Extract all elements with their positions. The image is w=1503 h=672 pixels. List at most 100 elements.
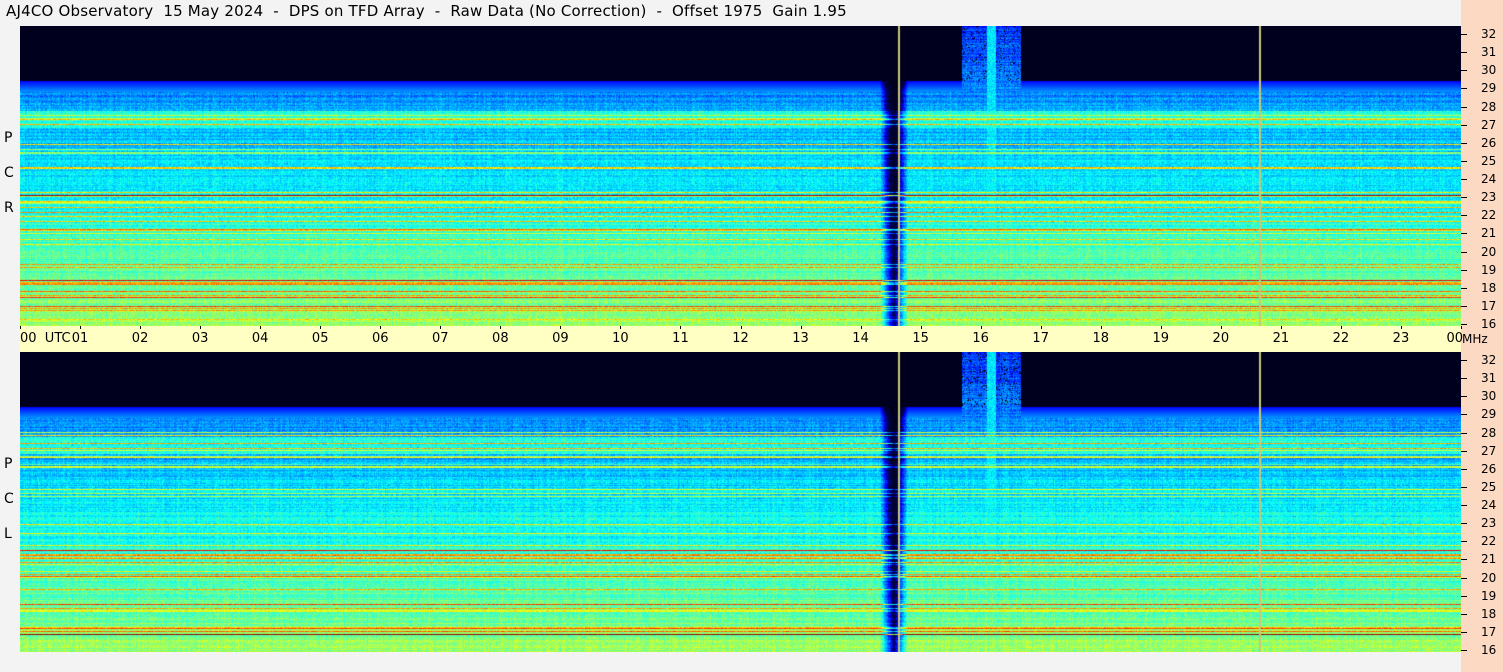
- utc-tick-mark: [920, 326, 922, 329]
- frequency-tick-label: 29: [1481, 407, 1497, 422]
- utc-tick-label: 20: [1212, 331, 1230, 346]
- frequency-tick-label: 16: [1481, 317, 1497, 331]
- utc-tick-mark: [500, 326, 502, 329]
- left-margin: [0, 22, 20, 672]
- utc-tick-label: 15: [912, 331, 929, 346]
- frequency-tick-label: 27: [1481, 117, 1497, 132]
- frequency-tick-mark: [1461, 613, 1467, 615]
- frequency-tick-mark: [1461, 197, 1467, 199]
- frequency-tick-mark: [1461, 414, 1467, 416]
- polarization-letter: C: [4, 165, 14, 181]
- utc-tick-label: 13: [792, 331, 809, 346]
- frequency-tick-mark: [1461, 124, 1467, 126]
- utc-tick-mark: [800, 326, 802, 329]
- chart-title: AJ4CO Observatory 15 May 2024 - DPS on T…: [6, 2, 847, 20]
- frequency-tick-label: 26: [1481, 461, 1497, 476]
- utc-time-axis: 00 UTC 01 02 03 04 05 06 07 08 09 10 11 12 13 14 15 16 17…: [20, 326, 1463, 352]
- frequency-tick-label: 21: [1481, 226, 1497, 241]
- frequency-tick-mark: [1461, 52, 1467, 54]
- utc-tick-label: 22: [1332, 331, 1350, 346]
- frequency-tick-mark: [1461, 142, 1467, 144]
- polarization-letter: C: [4, 491, 14, 507]
- frequency-tick-label: 20: [1481, 244, 1497, 259]
- frequency-tick-label: 19: [1481, 588, 1497, 603]
- frequency-tick-label: 32: [1481, 353, 1497, 367]
- utc-tick-label: 10: [612, 331, 629, 346]
- frequency-tick-label: 27: [1481, 443, 1497, 458]
- frequency-tick-mark: [1461, 559, 1467, 561]
- utc-tick-label: 08: [492, 331, 509, 346]
- frequency-tick-label: 31: [1481, 371, 1497, 386]
- utc-tick-label: 04: [251, 331, 269, 346]
- frequency-tick-label: 30: [1481, 389, 1497, 404]
- utc-tick-label: 06: [371, 331, 389, 346]
- frequency-tick-mark: [1461, 450, 1467, 452]
- utc-tick-mark: [740, 326, 742, 329]
- frequency-tick-mark: [1461, 179, 1467, 180]
- utc-tick-mark: [1040, 326, 1042, 329]
- utc-tick-mark: [1340, 326, 1342, 329]
- frequency-tick-mark: [1461, 70, 1467, 72]
- utc-tick-label: 23: [1392, 331, 1410, 346]
- frequency-tick-mark: [1461, 106, 1467, 108]
- utc-tick-label: 21: [1272, 331, 1290, 346]
- utc-tick-mark: [440, 326, 442, 329]
- utc-tick-label: 18: [1092, 331, 1110, 346]
- frequency-tick-label: 25: [1481, 479, 1497, 494]
- utc-tick-label: 12: [732, 331, 749, 346]
- utc-tick-label: 09: [552, 331, 569, 346]
- utc-tick-label: 11: [672, 331, 689, 346]
- utc-tick-mark: [1100, 326, 1102, 329]
- frequency-tick-label: 19: [1481, 262, 1497, 277]
- utc-tick-label: 19: [1152, 331, 1170, 346]
- frequency-tick-label: 17: [1481, 298, 1497, 313]
- frequency-tick-mark: [1461, 541, 1467, 543]
- frequency-tick-label: 28: [1481, 99, 1497, 114]
- frequency-tick-label: 23: [1481, 516, 1497, 531]
- utc-tick-mark: [200, 326, 202, 329]
- frequency-tick-mark: [1461, 160, 1467, 162]
- rcp-heatmap-canvas: [20, 26, 1461, 326]
- utc-tick-mark: [320, 326, 322, 329]
- frequency-tick-label: 23: [1481, 190, 1497, 205]
- frequency-tick-label: 17: [1481, 624, 1497, 639]
- utc-tick-mark: [1220, 326, 1222, 329]
- frequency-tick-label: 31: [1481, 45, 1497, 60]
- frequency-tick-label: 22: [1481, 208, 1497, 223]
- frequency-tick-mark: [1461, 360, 1467, 361]
- frequency-tick-mark: [1461, 269, 1467, 271]
- rcp-spectrogram: [20, 26, 1461, 326]
- frequency-tick-mark: [1461, 251, 1467, 253]
- frequency-tick-mark: [1461, 396, 1467, 398]
- utc-tick-label: 00 UTC: [20, 331, 71, 346]
- utc-tick-mark: [20, 326, 21, 329]
- frequency-tick-label: 18: [1481, 280, 1497, 295]
- frequency-tick-mark: [1461, 432, 1467, 434]
- frequency-tick-label: 20: [1481, 570, 1497, 585]
- utc-tick-mark: [1461, 326, 1462, 329]
- utc-tick-mark: [980, 326, 982, 329]
- utc-tick-label: 02: [131, 331, 149, 346]
- frequency-tick-label: 26: [1481, 135, 1497, 150]
- frequency-tick-mark: [1461, 486, 1467, 488]
- frequency-tick-label: 24: [1481, 172, 1497, 186]
- frequency-tick-mark: [1461, 88, 1467, 90]
- frequency-tick-label: 18: [1481, 606, 1497, 621]
- frequency-tick-mark: [1461, 595, 1467, 597]
- frequency-tick-mark: [1461, 287, 1467, 289]
- frequency-tick-mark: [1461, 505, 1467, 506]
- frequency-tick-mark: [1461, 305, 1467, 307]
- frequency-tick-mark: [1461, 215, 1467, 217]
- utc-tick-mark: [680, 326, 682, 329]
- utc-tick-mark: [1400, 326, 1402, 329]
- frequency-tick-label: 25: [1481, 153, 1497, 168]
- frequency-tick-label: 24: [1481, 498, 1497, 512]
- polarization-letter: L: [4, 526, 12, 542]
- utc-tick-mark: [80, 326, 82, 329]
- utc-tick-label: 05: [311, 331, 329, 346]
- frequency-tick-mark: [1461, 631, 1467, 633]
- frequency-tick-mark: [1461, 523, 1467, 525]
- frequency-tick-mark: [1461, 650, 1467, 651]
- utc-tick-label: 16: [972, 331, 989, 346]
- utc-tick-mark: [260, 326, 262, 329]
